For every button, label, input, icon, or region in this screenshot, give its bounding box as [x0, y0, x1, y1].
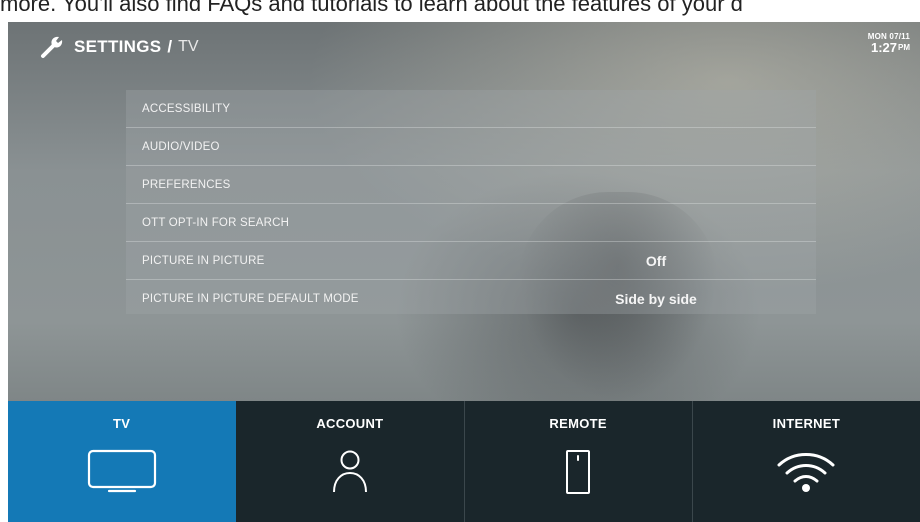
settings-tab-bar: TV ACCOUNT REMOTE INTERNET	[8, 401, 920, 522]
menu-item-pip-default-mode[interactable]: PICTURE IN PICTURE DEFAULT MODE Side by …	[126, 280, 816, 317]
menu-item-label: PREFERENCES	[142, 178, 231, 191]
menu-item-value: Side by side	[615, 290, 697, 307]
clock-ampm: PM	[898, 43, 910, 52]
menu-item-audio-video[interactable]: AUDIO/VIDEO	[126, 128, 816, 166]
clock: MON 07/11 1:27PM	[868, 32, 910, 55]
tab-label: TV	[113, 416, 131, 431]
settings-menu: ACCESSIBILITY AUDIO/VIDEO PREFERENCES OT…	[126, 90, 816, 314]
menu-item-preferences[interactable]: PREFERENCES	[126, 166, 816, 204]
menu-item-label: OTT OPT-IN FOR SEARCH	[142, 216, 290, 229]
menu-item-value: Off	[645, 252, 667, 269]
menu-item-accessibility[interactable]: ACCESSIBILITY	[126, 90, 816, 128]
person-icon	[332, 450, 367, 493]
wifi-icon	[777, 453, 835, 492]
tv-icon	[87, 449, 156, 493]
tab-tv[interactable]: TV	[8, 401, 237, 522]
tab-label: INTERNET	[772, 416, 841, 431]
caption-text: more. You'll also find FAQs and tutorial…	[0, 0, 743, 16]
wrench-icon	[41, 36, 63, 58]
clock-time: 1:27	[870, 40, 897, 55]
tab-label: REMOTE	[549, 416, 607, 431]
menu-item-label: ACCESSIBILITY	[142, 102, 231, 115]
page-subtitle: TV	[178, 38, 199, 55]
clock-time-wrap: 1:27PM	[868, 41, 910, 55]
tab-label: ACCOUNT	[316, 416, 384, 431]
tv-settings-screen: SETTINGS / TV MON 07/11 1:27PM ACCESSIBI…	[8, 22, 920, 522]
tab-account[interactable]: ACCOUNT	[236, 401, 465, 522]
breadcrumb-separator: /	[167, 37, 173, 56]
menu-item-label: PICTURE IN PICTURE DEFAULT MODE	[142, 292, 359, 305]
breadcrumb: SETTINGS / TV	[40, 32, 199, 62]
cropped-caption-text: more. You'll also find FAQs and tutorial…	[0, 0, 920, 22]
menu-item-picture-in-picture[interactable]: PICTURE IN PICTURE Off	[126, 242, 816, 280]
tab-internet[interactable]: INTERNET	[693, 401, 920, 522]
menu-item-ott-opt-in[interactable]: OTT OPT-IN FOR SEARCH	[126, 204, 816, 242]
menu-item-label: PICTURE IN PICTURE	[142, 254, 265, 267]
menu-item-label: AUDIO/VIDEO	[142, 140, 220, 153]
tab-remote[interactable]: REMOTE	[465, 401, 693, 522]
remote-icon	[566, 450, 591, 494]
page-title: SETTINGS	[74, 37, 162, 56]
